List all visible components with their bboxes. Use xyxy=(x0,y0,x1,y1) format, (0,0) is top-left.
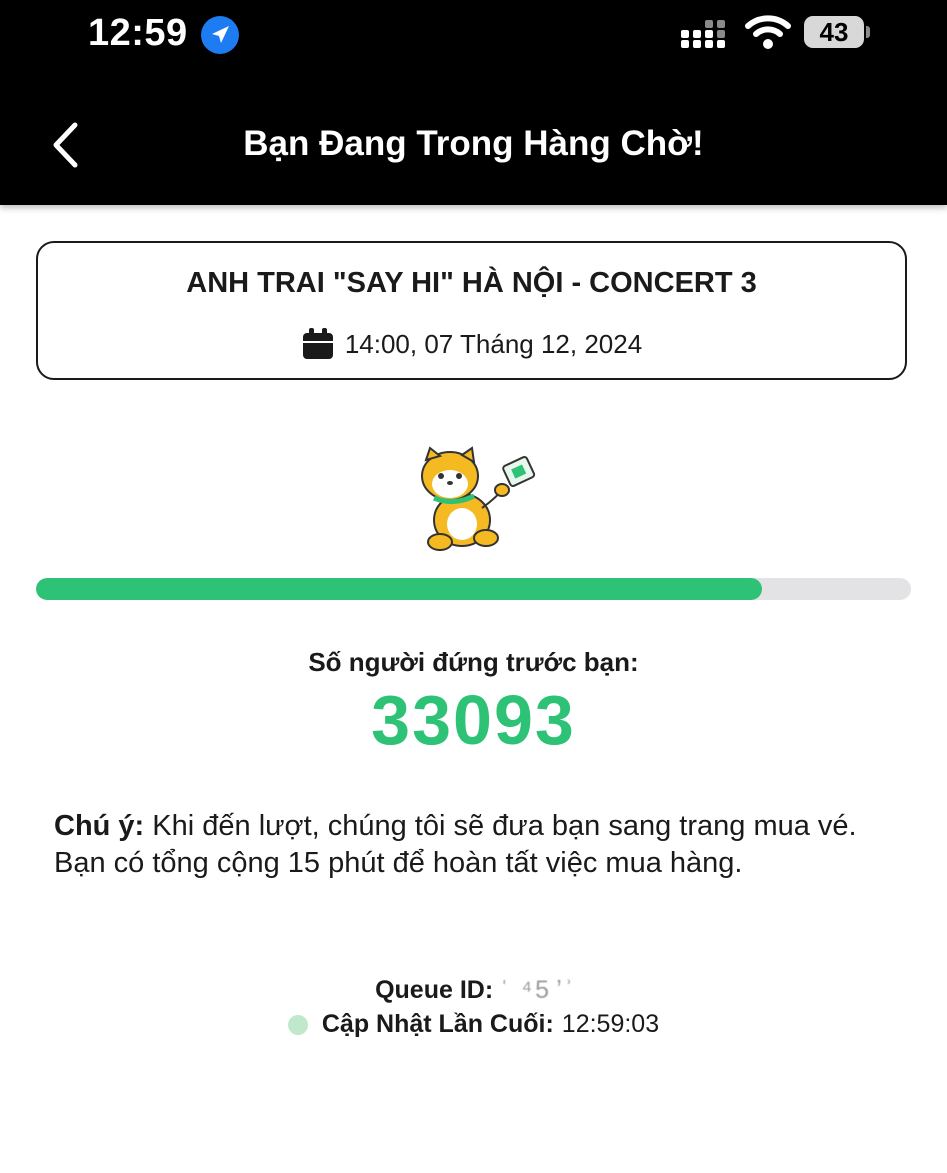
status-time: 12:59 xyxy=(88,12,188,54)
queue-progress-bar xyxy=(36,578,911,600)
people-ahead-label: Số người đứng trước bạn: xyxy=(308,647,639,677)
people-ahead-count: 33093 xyxy=(371,681,576,759)
status-dot-icon xyxy=(287,1014,308,1035)
calendar-icon xyxy=(302,328,333,359)
queue-id-row: Queue ID: ˈ ⁴5 ̓ ͗ xyxy=(0,976,947,1005)
notice-label: Chú ý: xyxy=(54,810,145,842)
event-title: ANH TRAI "SAY HI" HÀ NỘI - CONCERT 3 xyxy=(186,267,757,299)
queue-id-label: Queue ID: xyxy=(375,976,494,1004)
notice-body: Khi đến lượt, chúng tôi sẽ đưa bạn sang … xyxy=(54,810,857,879)
event-card: ANH TRAI "SAY HI" HÀ NỘI - CONCERT 3 14:… xyxy=(36,241,907,380)
event-date: 14:00, 07 Tháng 12, 2024 xyxy=(344,328,643,359)
notice-text: Chú ý: Khi đến lượt, chúng tôi sẽ đưa bạ… xyxy=(54,808,894,882)
battery-icon: 43 xyxy=(804,16,870,50)
page-title: Bạn Đang Trong Hàng Chờ! xyxy=(243,124,704,163)
queue-id-value: ˈ ⁴5 ̓ ͗ xyxy=(500,976,572,1004)
signal-icon xyxy=(681,20,725,48)
queue-progress-fill xyxy=(36,578,763,600)
dog-mascot-icon xyxy=(421,446,536,551)
top-bar: 12:59 43 Bạn Đang Trong Hàng Chờ! xyxy=(0,0,947,205)
wifi-icon xyxy=(745,15,791,49)
last-updated-row: Cập Nhật Lần Cuối: 12:59:03 xyxy=(0,1010,947,1039)
event-date-row: 14:00, 07 Tháng 12, 2024 xyxy=(38,327,905,361)
location-arrow-icon xyxy=(201,16,239,54)
last-updated-value: 12:59:03 xyxy=(561,1010,660,1038)
battery-level: 43 xyxy=(804,16,864,48)
last-updated-label: Cập Nhật Lần Cuối: xyxy=(321,1010,554,1038)
battery-tip xyxy=(866,26,870,38)
